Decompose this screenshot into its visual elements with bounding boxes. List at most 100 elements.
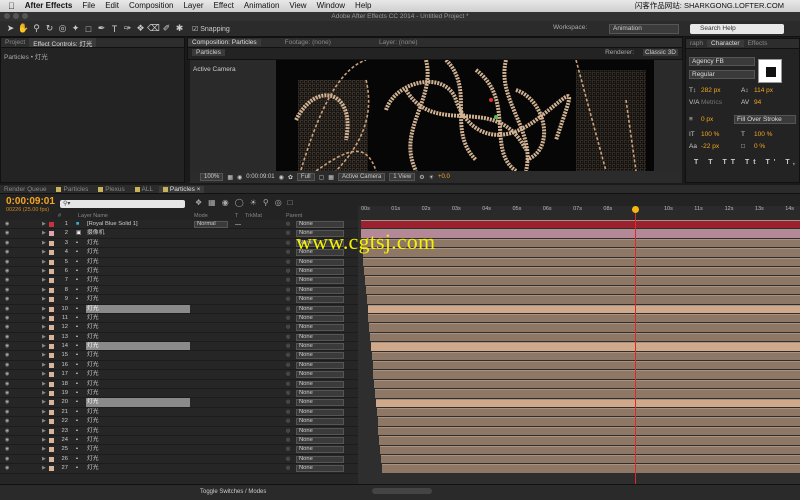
parent-dropdown[interactable]: None (296, 446, 344, 454)
layer-name[interactable]: 灯光 (86, 417, 190, 425)
layer-name[interactable]: 灯光 (86, 333, 190, 341)
leading-value[interactable]: 114 px (754, 87, 773, 94)
eye-icon[interactable]: ◉ (5, 417, 9, 425)
layer-duration-bar[interactable] (366, 295, 800, 304)
zoom-slider[interactable] (372, 488, 432, 494)
pan-behind-tool-icon[interactable]: ✦ (69, 23, 82, 34)
pickwhip-icon[interactable]: ◎ (286, 333, 290, 341)
eraser-tool-icon[interactable]: ⌫ (147, 23, 160, 34)
layer-row[interactable]: ◉ ▶ 17 • 灯光 ◎ None (0, 370, 358, 380)
tab-render-queue[interactable]: Render Queue (0, 186, 51, 193)
layer-row[interactable]: ◉ ▶ 18 • 灯光 ◎ None (0, 380, 358, 390)
blend-mode-dropdown[interactable]: Normal (194, 221, 228, 228)
pickwhip-icon[interactable]: ◎ (286, 408, 290, 416)
brush-tool-icon[interactable]: ✑ (121, 23, 134, 34)
label-color-chip[interactable] (49, 268, 54, 274)
menu-composition[interactable]: Composition (129, 0, 173, 12)
trkmat-field[interactable] (235, 220, 241, 225)
layer-name[interactable]: 灯光 (86, 258, 190, 266)
eye-icon[interactable]: ◉ (5, 295, 9, 303)
renderer-dropdown[interactable]: Classic 3D (642, 49, 678, 56)
label-color-chip[interactable] (49, 306, 54, 312)
expand-triangle-icon[interactable]: ▶ (42, 427, 46, 435)
pickwhip-icon[interactable]: ◎ (286, 351, 290, 359)
pickwhip-icon[interactable]: ◎ (286, 220, 290, 228)
layer-row[interactable]: ◉ ▶ 13 • 灯光 ◎ None (0, 333, 358, 343)
label-color-chip[interactable] (49, 287, 54, 293)
layer-duration-bar[interactable] (375, 398, 800, 407)
menu-file[interactable]: File (82, 0, 95, 12)
layer-row[interactable]: ◉ ▶ 12 • 灯光 ◎ None (0, 323, 358, 333)
clone-stamp-tool-icon[interactable]: ❖ (134, 23, 147, 34)
label-color-chip[interactable] (49, 400, 54, 406)
timeline-search-input[interactable]: ⚲▾ (60, 200, 185, 208)
menu-animation[interactable]: Animation (244, 0, 280, 12)
expand-triangle-icon[interactable]: ▶ (42, 220, 46, 228)
tab-layer[interactable]: Layer: (none) (375, 39, 422, 46)
eye-icon[interactable]: ◉ (5, 323, 9, 331)
roto-brush-tool-icon[interactable]: ✐ (160, 23, 173, 34)
expand-triangle-icon[interactable]: ▶ (42, 248, 46, 256)
layer-duration-bar[interactable] (372, 361, 800, 370)
layer-name[interactable]: 灯光 (86, 267, 190, 275)
font-style-dropdown[interactable]: Regular (689, 70, 755, 79)
shape-tool-icon[interactable]: □ (82, 24, 95, 34)
expand-triangle-icon[interactable]: ▶ (42, 276, 46, 284)
pickwhip-icon[interactable]: ◎ (286, 455, 290, 463)
parent-dropdown[interactable]: None (296, 380, 344, 388)
pickwhip-icon[interactable]: ◎ (286, 342, 290, 350)
label-color-chip[interactable] (49, 259, 54, 265)
layer-duration-bar[interactable] (363, 257, 800, 266)
eye-icon[interactable]: ◉ (5, 370, 9, 378)
layer-row[interactable]: ◉ ▶ 5 • 灯光 ◎ None (0, 258, 358, 267)
eye-icon[interactable]: ◉ (5, 276, 9, 284)
pen-tool-icon[interactable]: ✒ (95, 23, 108, 34)
eye-icon[interactable]: ◉ (5, 380, 9, 388)
layer-duration-bar[interactable] (370, 342, 800, 351)
layer-duration-bar[interactable] (370, 332, 800, 342)
faux-style-buttons[interactable]: T T TT Tt T' T, (694, 159, 799, 166)
parent-dropdown[interactable]: None (296, 314, 344, 322)
label-color-chip[interactable] (49, 231, 54, 237)
fast-preview-icon[interactable]: ⚙ (419, 174, 424, 181)
parent-dropdown[interactable]: None (296, 305, 344, 313)
zoom-dropdown[interactable]: 100% (200, 173, 224, 181)
eye-icon[interactable]: ◉ (5, 342, 9, 350)
menu-view[interactable]: View (289, 0, 306, 12)
layer-duration-bar[interactable] (380, 445, 800, 454)
menu-help[interactable]: Help (355, 0, 371, 12)
tab-graph[interactable]: raph (686, 40, 707, 47)
layer-row[interactable]: ◉ ▶ 9 • 灯光 ◎ None (0, 295, 358, 305)
label-color-chip[interactable] (49, 447, 54, 453)
pickwhip-icon[interactable]: ◎ (286, 239, 290, 247)
eye-icon[interactable]: ◉ (5, 464, 9, 472)
parent-dropdown[interactable]: None (296, 352, 344, 360)
expand-triangle-icon[interactable]: ▶ (42, 239, 46, 247)
parent-dropdown[interactable]: None (296, 296, 344, 304)
view-layout-dropdown[interactable]: 1 View (389, 173, 416, 181)
tab-particles-active[interactable]: Particles × (158, 186, 205, 193)
parent-dropdown[interactable]: None (296, 390, 344, 398)
layer-duration-bar[interactable] (381, 464, 800, 473)
pickwhip-icon[interactable]: ◎ (286, 436, 290, 444)
tab-footage[interactable]: Footage: (none) (281, 39, 335, 46)
parent-dropdown[interactable]: None (296, 371, 344, 379)
region-icon[interactable]: ▢ (319, 174, 325, 181)
pickwhip-icon[interactable]: ◎ (286, 417, 290, 425)
tab-effects[interactable]: Effects (744, 40, 772, 47)
stroke-width-value[interactable]: 0 px (701, 116, 713, 123)
layer-row[interactable]: ◉ ▶ 27 • 灯光 ◎ None (0, 464, 358, 474)
expand-triangle-icon[interactable]: ▶ (42, 417, 46, 425)
layer-name[interactable]: 灯光 (86, 342, 190, 351)
layer-name[interactable]: 灯光 (86, 455, 190, 463)
comp-flowchart-button[interactable]: Particles (192, 49, 225, 56)
expand-triangle-icon[interactable]: ▶ (42, 229, 46, 237)
tab-effect-controls[interactable]: Effect Controls: 灯光 (29, 38, 97, 47)
tsume-value[interactable]: 0 % (754, 143, 765, 150)
layer-duration-bar[interactable] (375, 389, 800, 398)
font-size-value[interactable]: 282 px (701, 87, 721, 94)
pickwhip-icon[interactable]: ◎ (286, 276, 290, 284)
font-family-dropdown[interactable]: Agency FB (689, 57, 755, 66)
zoom-window-button[interactable] (22, 13, 28, 19)
layer-name[interactable]: 灯光 (86, 286, 190, 294)
